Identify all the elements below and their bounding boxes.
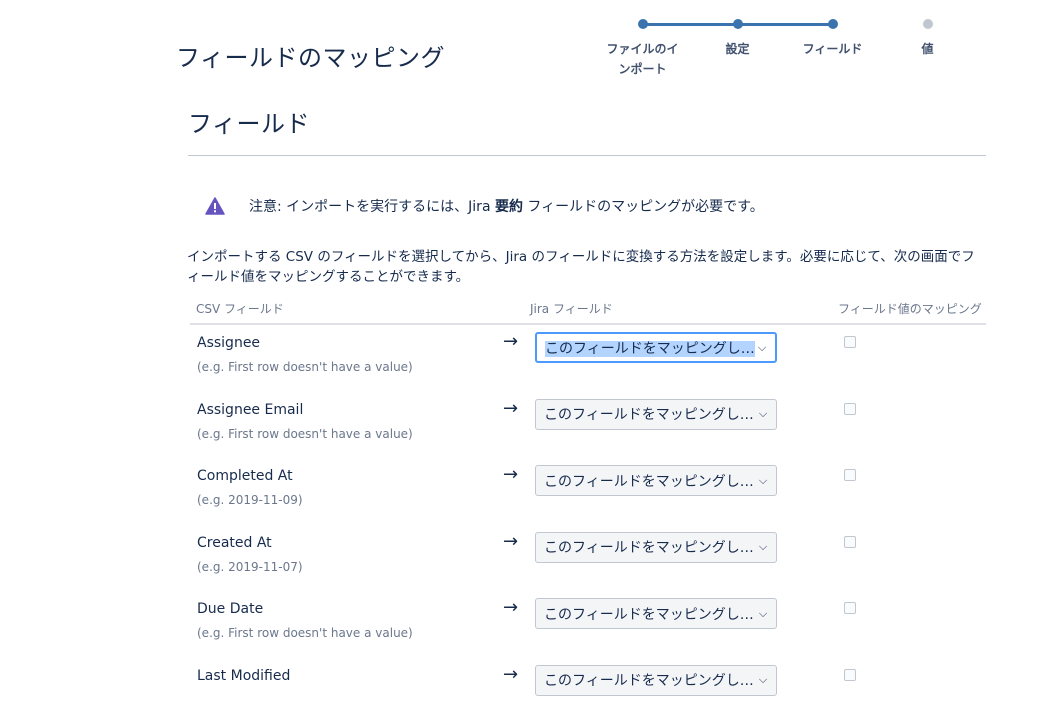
table-row: Completed At (e.g. 2019-11-09) → このフィールド… xyxy=(190,458,986,525)
warning-message: 注意: インポートを実行するには、Jira 要約 フィールドのマッピングが必要で… xyxy=(205,196,764,216)
step-dot xyxy=(733,19,743,29)
value-mapping-checkbox[interactable] xyxy=(844,469,856,481)
page-title: フィールドのマッピング xyxy=(176,38,445,73)
step-dot xyxy=(828,19,838,29)
header-csv-field: CSV フィールド xyxy=(196,300,284,317)
table-row: Assignee Email (e.g. First row doesn't h… xyxy=(190,392,986,459)
progress-step-import: ファイルのインポート xyxy=(595,12,690,79)
select-value: このフィールドをマッピングしない xyxy=(545,338,755,358)
arrow-right-icon: → xyxy=(503,398,518,419)
arrow-right-icon: → xyxy=(503,331,518,352)
select-value: このフィールドをマッピングしない xyxy=(544,471,756,491)
step-label: 値 xyxy=(880,39,975,59)
table-row: Due Date (e.g. First row doesn't have a … xyxy=(190,591,986,658)
table-header: CSV フィールド Jira フィールド フィールド値のマッピング xyxy=(190,300,986,325)
jira-field-select[interactable]: このフィールドをマッピングしない ⌵ xyxy=(535,465,777,496)
chevron-down-icon: ⌵ xyxy=(755,341,769,355)
table-row: Created At (e.g. 2019-11-07) → このフィールドをマ… xyxy=(190,525,986,592)
chevron-down-icon: ⌵ xyxy=(756,673,770,687)
progress-step-settings: 設定 xyxy=(690,12,785,59)
csv-field-example: (e.g. First row doesn't have a value) xyxy=(197,626,413,640)
table-row: Assignee (e.g. First row doesn't have a … xyxy=(190,325,986,392)
value-mapping-checkbox[interactable] xyxy=(844,403,856,415)
csv-field-example: (e.g. 2019-11-07) xyxy=(197,560,303,574)
csv-field-name: Created At xyxy=(197,535,272,551)
jira-field-select[interactable]: このフィールドをマッピングしない ⌵ xyxy=(535,399,777,430)
chevron-down-icon: ⌵ xyxy=(756,607,770,621)
csv-field-name: Last Modified xyxy=(197,668,290,684)
csv-field-name: Assignee xyxy=(197,335,260,351)
jira-field-select[interactable]: このフィールドをマッピングしない ⌵ xyxy=(535,532,777,563)
csv-field-example: (e.g. 2019-11-09) xyxy=(197,493,303,507)
section-title: フィールド xyxy=(188,104,310,139)
arrow-right-icon: → xyxy=(503,597,518,618)
select-value: このフィールドをマッピングしない xyxy=(544,404,756,424)
step-dot xyxy=(638,19,648,29)
warning-bold-field: 要約 xyxy=(495,199,523,215)
step-label: フィールド xyxy=(785,39,880,59)
step-dot xyxy=(923,19,933,29)
csv-field-name: Completed At xyxy=(197,468,293,484)
progress-step-fields: フィールド xyxy=(785,12,880,59)
select-value: このフィールドをマッピングしない xyxy=(544,604,756,624)
divider xyxy=(188,155,986,156)
chevron-down-icon: ⌵ xyxy=(756,540,770,554)
value-mapping-checkbox[interactable] xyxy=(844,669,856,681)
chevron-down-icon: ⌵ xyxy=(756,407,770,421)
csv-field-name: Assignee Email xyxy=(197,402,303,418)
step-label: 設定 xyxy=(690,39,785,59)
step-label: ファイルのインポート xyxy=(595,39,690,79)
csv-field-example: (e.g. First row doesn't have a value) xyxy=(197,360,413,374)
arrow-right-icon: → xyxy=(503,664,518,685)
description-text: インポートする CSV のフィールドを選択してから、Jira のフィールドに変換… xyxy=(187,247,987,287)
progress-step-values: 値 xyxy=(880,12,975,59)
warning-text: 注意: インポートを実行するには、Jira 要約 フィールドのマッピングが必要で… xyxy=(249,196,764,216)
csv-field-name: Due Date xyxy=(197,601,263,617)
jira-field-select[interactable]: このフィールドをマッピングしない ⌵ xyxy=(535,665,777,696)
warning-icon xyxy=(205,197,225,215)
chevron-down-icon: ⌵ xyxy=(756,474,770,488)
value-mapping-checkbox[interactable] xyxy=(844,602,856,614)
field-mapping-table: Assignee (e.g. First row doesn't have a … xyxy=(190,325,986,724)
select-value: このフィールドをマッピングしない xyxy=(544,670,756,690)
jira-field-select[interactable]: このフィールドをマッピングしない ⌵ xyxy=(535,332,777,363)
arrow-right-icon: → xyxy=(503,531,518,552)
csv-field-example: (e.g. First row doesn't have a value) xyxy=(197,427,413,441)
value-mapping-checkbox[interactable] xyxy=(844,536,856,548)
arrow-right-icon: → xyxy=(503,464,518,485)
value-mapping-checkbox[interactable] xyxy=(844,336,856,348)
select-value: このフィールドをマッピングしない xyxy=(544,537,756,557)
header-value-mapping: フィールド値のマッピング xyxy=(838,300,982,317)
progress-tracker: ファイルのインポート 設定 フィールド 値 xyxy=(595,12,975,92)
header-jira-field: Jira フィールド xyxy=(530,300,613,317)
table-row: Last Modified → このフィールドをマッピングしない ⌵ xyxy=(190,658,986,724)
jira-field-select[interactable]: このフィールドをマッピングしない ⌵ xyxy=(535,598,777,629)
